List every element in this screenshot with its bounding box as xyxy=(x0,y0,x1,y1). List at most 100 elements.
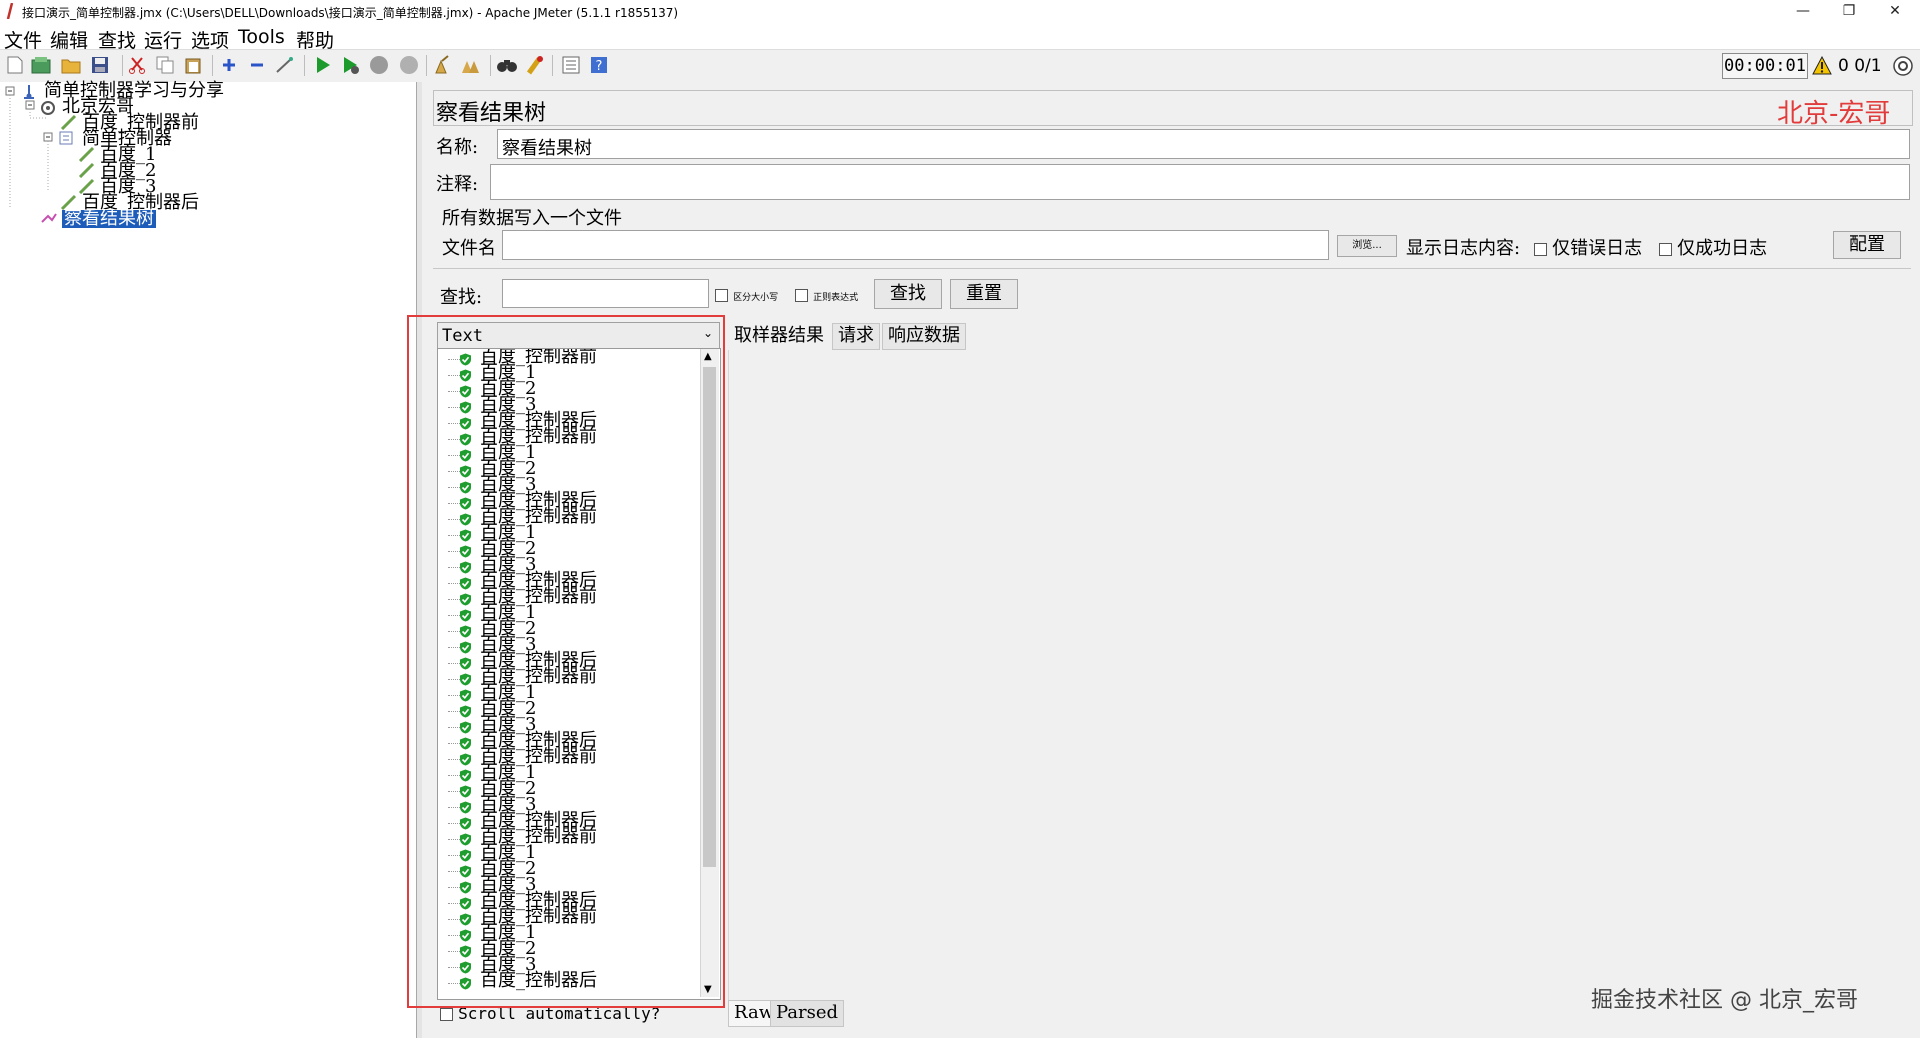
result-row[interactable]: 百度_1 xyxy=(438,444,698,462)
start-no-pauses-icon[interactable] xyxy=(340,54,362,76)
result-row[interactable]: 百度_控制器前 xyxy=(438,828,698,846)
success-shield-icon xyxy=(460,865,471,878)
shutdown-icon[interactable] xyxy=(398,54,420,76)
result-row[interactable]: 百度_1 xyxy=(438,844,698,862)
tab-request[interactable]: 请求 xyxy=(832,323,880,350)
scroll-up-icon[interactable]: ▲ xyxy=(704,351,712,362)
templates-icon[interactable] xyxy=(30,54,52,76)
success-only-checkbox[interactable] xyxy=(1659,243,1672,256)
result-row[interactable]: 百度_2 xyxy=(438,940,698,958)
remote-status-icon[interactable] xyxy=(1893,56,1913,76)
result-row[interactable]: 百度_2 xyxy=(438,780,698,798)
regex-option[interactable]: 正则表达式 xyxy=(795,285,858,304)
search-icon[interactable] xyxy=(496,54,518,76)
scroll-auto-checkbox[interactable] xyxy=(440,1008,453,1021)
result-row[interactable]: 百度_1 xyxy=(438,684,698,702)
browse-button[interactable]: 浏览... xyxy=(1337,235,1397,257)
name-value: 察看结果树 xyxy=(502,138,592,159)
search-input[interactable] xyxy=(502,279,709,308)
success-shield-icon xyxy=(460,401,471,414)
expand-icon[interactable] xyxy=(218,54,240,76)
result-row[interactable]: 百度_1 xyxy=(438,924,698,942)
results-scrollbar[interactable]: ▲ ▼ xyxy=(700,349,719,997)
result-row[interactable]: 百度_2 xyxy=(438,540,698,558)
success-shield-icon xyxy=(460,657,471,670)
result-row[interactable]: 百度_控制器后 xyxy=(438,972,698,990)
result-row[interactable]: 百度_控制器前 xyxy=(438,588,698,606)
case-sensitive-checkbox[interactable] xyxy=(715,289,728,302)
result-row[interactable]: 百度_控制器前 xyxy=(438,349,698,366)
scroll-down-icon[interactable]: ▼ xyxy=(704,984,712,995)
reset-button[interactable]: 重置 xyxy=(950,279,1018,309)
tab-response-data[interactable]: 响应数据 xyxy=(882,323,966,350)
restore-button[interactable]: ❐ xyxy=(1826,0,1872,24)
case-sensitive-option[interactable]: 区分大小写 xyxy=(715,285,778,304)
result-row[interactable]: 百度_控制器前 xyxy=(438,908,698,926)
start-icon[interactable] xyxy=(312,54,334,76)
clear-all-icon[interactable] xyxy=(460,54,482,76)
result-row[interactable]: 百度_控制器前 xyxy=(438,668,698,686)
regex-checkbox[interactable] xyxy=(795,289,808,302)
paste-icon[interactable] xyxy=(182,54,204,76)
success-shield-icon xyxy=(460,449,471,462)
find-button[interactable]: 查找 xyxy=(874,279,942,309)
success-shield-icon xyxy=(460,417,471,430)
jmeter-logo-icon xyxy=(6,3,14,19)
help-icon[interactable]: ? xyxy=(588,54,610,76)
toggle-icon[interactable] xyxy=(274,54,296,76)
result-row[interactable]: 百度_2 xyxy=(438,860,698,878)
function-helper-icon[interactable] xyxy=(560,54,582,76)
result-row[interactable]: 百度_控制器前 xyxy=(438,428,698,446)
success-shield-icon xyxy=(460,897,471,910)
success-only-option[interactable]: 仅成功日志 xyxy=(1659,234,1767,260)
sampler-icon xyxy=(78,162,95,178)
success-shield-icon xyxy=(460,497,471,510)
tree-node-view-results-tree[interactable]: 察看结果树 xyxy=(62,210,156,228)
new-icon[interactable] xyxy=(4,54,26,76)
result-row[interactable]: 百度_1 xyxy=(438,764,698,782)
warning-icon[interactable] xyxy=(1812,56,1832,76)
success-shield-icon xyxy=(460,433,471,446)
result-row[interactable]: 百度_1 xyxy=(438,524,698,542)
name-field[interactable]: 察看结果树 xyxy=(497,129,1910,159)
success-shield-icon xyxy=(460,849,471,862)
tab-parsed[interactable]: Parsed xyxy=(770,1000,845,1027)
menu-tools[interactable]: Tools xyxy=(238,26,285,48)
success-shield-icon xyxy=(460,961,471,974)
tab-sampler-result[interactable]: 取样器结果 xyxy=(728,323,830,350)
minimize-button[interactable]: — xyxy=(1780,0,1826,24)
results-list[interactable]: 百度_控制器前 百度_1 百度_2 百度_3 百度_控制器后 百度_控制器前 百度_1 百度_… xyxy=(437,348,721,1000)
open-icon[interactable] xyxy=(60,54,82,76)
result-row[interactable]: 百度_控制器前 xyxy=(438,748,698,766)
result-row[interactable]: 百度_1 xyxy=(438,604,698,622)
scroll-auto-option[interactable]: Scroll automatically? xyxy=(440,1004,660,1023)
clear-icon[interactable] xyxy=(432,54,454,76)
scroll-thumb[interactable] xyxy=(703,367,716,867)
result-row[interactable]: 百度_2 xyxy=(438,460,698,478)
configure-button[interactable]: 配置 xyxy=(1833,231,1901,259)
save-icon[interactable] xyxy=(89,54,111,76)
watermark-top-right: 北京-宏哥 xyxy=(1777,99,1891,129)
success-shield-icon xyxy=(460,513,471,526)
result-row[interactable]: 百度_2 xyxy=(438,700,698,718)
close-button[interactable]: ✕ xyxy=(1872,0,1918,24)
success-shield-icon xyxy=(460,369,471,382)
success-shield-icon xyxy=(460,929,471,942)
filename-input[interactable] xyxy=(502,230,1329,260)
errors-only-checkbox[interactable] xyxy=(1534,243,1547,256)
result-row[interactable]: 百度_控制器前 xyxy=(438,508,698,526)
success-shield-icon xyxy=(460,625,471,638)
success-only-label: 仅成功日志 xyxy=(1677,238,1768,259)
reset-search-icon[interactable] xyxy=(524,54,546,76)
stop-icon[interactable] xyxy=(368,54,390,76)
renderer-select[interactable]: Text ⌄ xyxy=(437,322,720,350)
collapse-icon[interactable] xyxy=(246,54,268,76)
result-row[interactable]: 百度_1 xyxy=(438,364,698,382)
success-shield-icon xyxy=(460,881,471,894)
result-row[interactable]: 百度_2 xyxy=(438,380,698,398)
errors-only-option[interactable]: 仅错误日志 xyxy=(1534,234,1642,260)
cut-icon[interactable] xyxy=(126,54,148,76)
copy-icon[interactable] xyxy=(154,54,176,76)
result-row[interactable]: 百度_2 xyxy=(438,620,698,638)
comment-field[interactable] xyxy=(490,164,1910,200)
